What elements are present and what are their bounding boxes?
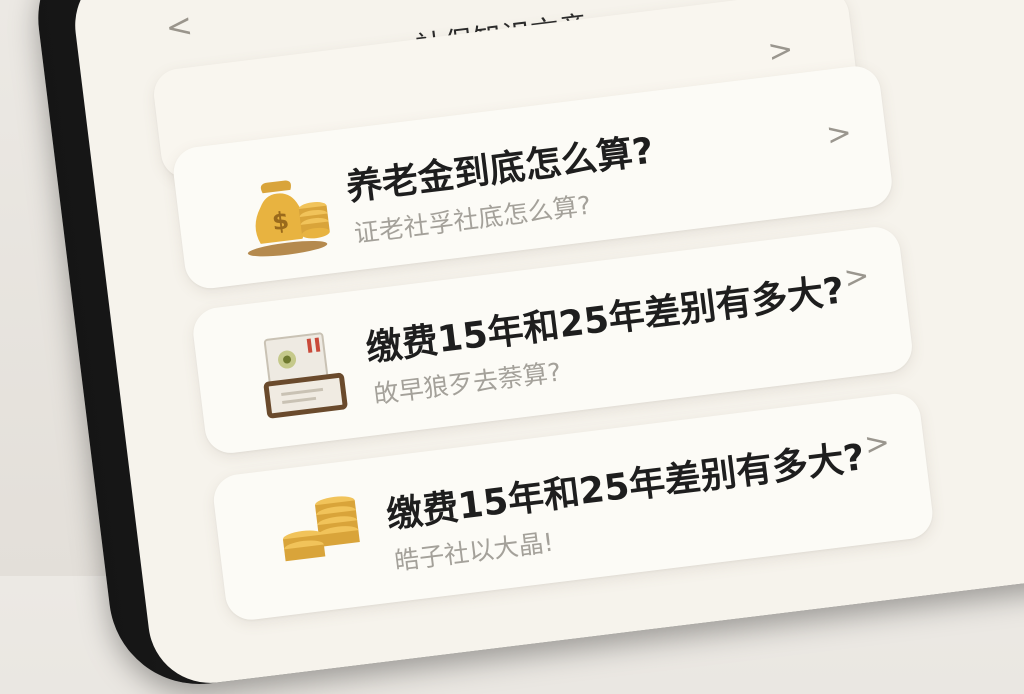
chevron-right-icon: > <box>842 258 872 296</box>
phone-device: < 社保知识文章 < > $ <box>28 0 1024 694</box>
chevron-right-icon: > <box>862 424 892 463</box>
article-title: 缴费15年和25年差别有多大? <box>363 270 847 370</box>
top-back-button[interactable]: < <box>163 6 194 47</box>
chevron-right-icon: > <box>824 115 854 153</box>
chevron-right-icon: > <box>765 31 796 70</box>
money-bag-icon: $ <box>229 157 336 264</box>
article-title: 缴费15年和25年差别有多大? <box>384 437 867 537</box>
svg-text:$: $ <box>271 206 291 236</box>
phone-screen: < 社保知识文章 < > $ <box>68 0 1024 690</box>
document-calculator-icon <box>249 318 356 425</box>
